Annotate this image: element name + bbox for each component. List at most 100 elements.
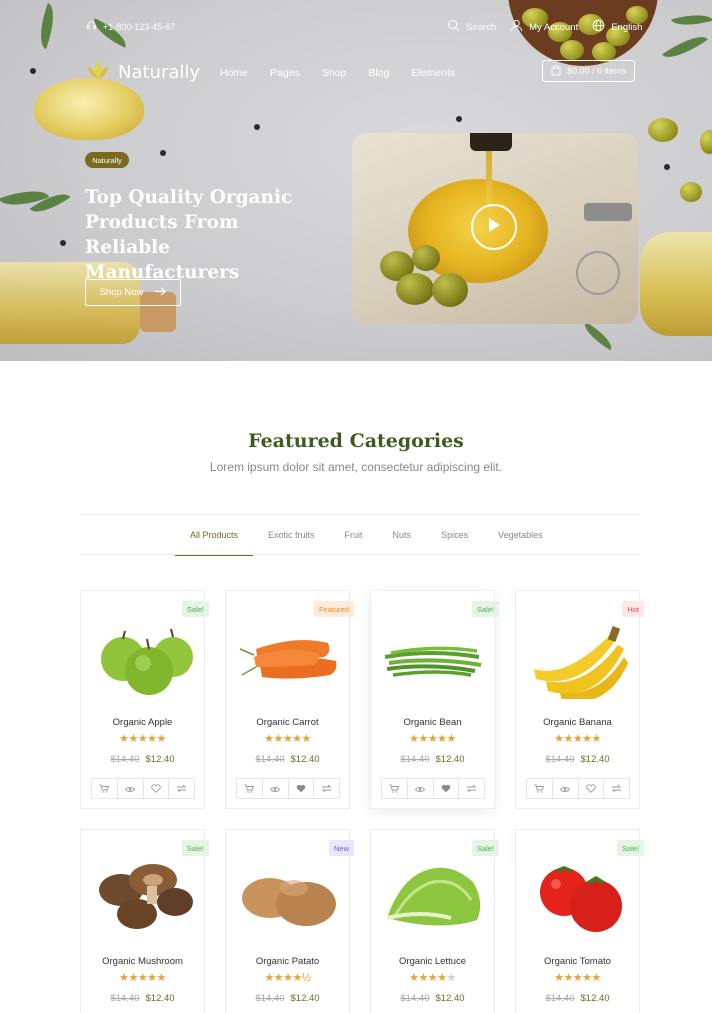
old-price: $14.40 — [255, 993, 285, 1004]
star-rating: ★★★★★ — [409, 972, 456, 984]
play-button[interactable] — [471, 204, 517, 250]
nav-item-shop[interactable]: Shop — [322, 67, 347, 79]
star-rating: ★★★★★ — [554, 972, 601, 984]
old-price: $14.40 — [110, 754, 140, 765]
product-card-carrot[interactable]: Featured Organic Carrot ★★★★★ $14.40 $12.… — [225, 590, 354, 809]
search-link[interactable]: Search — [447, 19, 496, 35]
star-rating: ★★★★★ — [554, 733, 601, 745]
shopping-bag-icon — [551, 64, 561, 78]
olive-decoration — [648, 118, 678, 142]
tab-all-products[interactable]: All Products — [175, 515, 254, 556]
add-to-cart-button[interactable] — [92, 779, 118, 798]
shop-now-button[interactable]: Shop Now — [85, 279, 181, 306]
heart-icon — [151, 780, 161, 798]
product-card-lettuce[interactable]: Sale! Organic Lettuce ★★★★★ $14.40 $12.40 — [370, 829, 499, 1013]
cart-icon — [99, 780, 110, 798]
sale-price: $12.40 — [580, 754, 610, 765]
product-name[interactable]: Organic Mushroom — [81, 956, 204, 967]
product-card-apple[interactable]: Sale! Organic Apple ★★★★★ $14.40 $12.40 — [80, 590, 209, 809]
banana-image — [534, 626, 628, 699]
compare-button[interactable] — [169, 779, 194, 798]
phone-contact[interactable]: +1-800-123-45-67 — [86, 20, 175, 33]
language-label: English — [611, 21, 643, 33]
compare-icon — [176, 780, 187, 798]
potato-image — [242, 878, 336, 926]
compare-icon — [321, 780, 332, 798]
shop-now-label: Shop Now — [99, 287, 144, 298]
user-icon — [510, 19, 523, 35]
star-rating: ★★★★★ — [119, 733, 166, 745]
eye-icon — [415, 780, 426, 798]
sale-price: $12.40 — [145, 754, 175, 765]
nav-item-pages[interactable]: Pages — [270, 67, 300, 79]
leaf-decoration — [579, 321, 617, 351]
wishlist-button[interactable] — [579, 779, 605, 798]
compare-icon — [611, 780, 622, 798]
hero-banner: +1-800-123-45-67 Search My Account Engli… — [0, 0, 712, 361]
wishlist-button[interactable] — [144, 779, 170, 798]
add-to-cart-button[interactable] — [237, 779, 263, 798]
product-name[interactable]: Organic Carrot — [226, 717, 349, 728]
price-block: $14.40 $12.40 — [81, 993, 204, 1004]
heart-filled-icon — [441, 780, 451, 798]
tab-nuts[interactable]: Nuts — [378, 515, 427, 555]
product-card-tomato[interactable]: Sale! Organic Tomato ★★★★★ $14.40 $12.40 — [515, 829, 644, 1013]
product-card-bean[interactable]: Sale! Organic Bean ★★★★★ $14.40 $12.40 — [370, 590, 499, 809]
tab-vegetables[interactable]: Vegetables — [483, 515, 558, 555]
leaf-decoration — [662, 28, 708, 66]
product-name[interactable]: Organic Lettuce — [371, 956, 494, 967]
price-block: $14.40 $12.40 — [371, 993, 494, 1004]
quick-view-button[interactable] — [263, 779, 289, 798]
quick-view-button[interactable] — [408, 779, 434, 798]
nav-item-home[interactable]: Home — [220, 67, 248, 79]
tab-exotic-fruits[interactable]: Exotic fruits — [253, 515, 330, 555]
compare-button[interactable] — [459, 779, 484, 798]
nav-item-elements[interactable]: Elements — [411, 67, 455, 79]
product-actions — [526, 778, 630, 799]
cart-icon — [244, 780, 255, 798]
tab-fruit[interactable]: Fruit — [330, 515, 378, 555]
product-actions — [381, 778, 485, 799]
arrow-right-icon — [155, 286, 167, 299]
product-card-banana[interactable]: Hot Organic Banana ★★★★★ $14.40 $12.40 — [515, 590, 644, 809]
video-thumbnail[interactable] — [352, 133, 638, 324]
account-link[interactable]: My Account — [510, 19, 578, 35]
hero-badge: Naturally — [85, 152, 129, 168]
product-card-mushroom[interactable]: Sale! Organic Mushroom ★★★★★ $14.40 $12.4… — [80, 829, 209, 1013]
apple-image — [101, 628, 193, 695]
price-block: $14.40 $12.40 — [81, 754, 204, 765]
old-price: $14.40 — [545, 754, 575, 765]
product-name[interactable]: Organic Banana — [516, 717, 639, 728]
quick-view-button[interactable] — [118, 779, 144, 798]
compare-button[interactable] — [604, 779, 629, 798]
compare-button[interactable] — [314, 779, 339, 798]
product-card-patato[interactable]: New Organic Patato ★★★★½ $14.40 $12.40 — [225, 829, 354, 1013]
old-price: $14.40 — [545, 993, 575, 1004]
wishlist-button[interactable] — [289, 779, 315, 798]
add-to-cart-button[interactable] — [382, 779, 408, 798]
old-price: $14.40 — [400, 993, 430, 1004]
wishlist-button[interactable] — [434, 779, 460, 798]
topbar-utilities: Search My Account English — [447, 19, 642, 35]
product-name[interactable]: Organic Apple — [81, 717, 204, 728]
product-actions — [91, 778, 195, 799]
product-name[interactable]: Organic Bean — [371, 717, 494, 728]
nav-item-blog[interactable]: Blog — [368, 67, 389, 79]
leaf-decoration — [671, 9, 712, 31]
olive-decoration — [700, 130, 712, 154]
carrot-image — [239, 640, 337, 679]
language-selector[interactable]: English — [592, 19, 642, 35]
cart-button[interactable]: $0.00 / 0 items — [542, 60, 635, 82]
oil-bottle-image — [640, 232, 712, 336]
star-rating: ★★★★★ — [119, 972, 166, 984]
lettuce-image — [386, 867, 481, 926]
add-to-cart-button[interactable] — [527, 779, 553, 798]
tab-spices[interactable]: Spices — [426, 515, 483, 555]
star-rating: ★★★★★ — [264, 733, 311, 745]
product-name[interactable]: Organic Tomato — [516, 956, 639, 967]
play-icon — [487, 217, 501, 238]
quick-view-button[interactable] — [553, 779, 579, 798]
sale-price: $12.40 — [145, 993, 175, 1004]
product-name[interactable]: Organic Patato — [226, 956, 349, 967]
site-logo[interactable]: Naturally — [85, 60, 200, 85]
